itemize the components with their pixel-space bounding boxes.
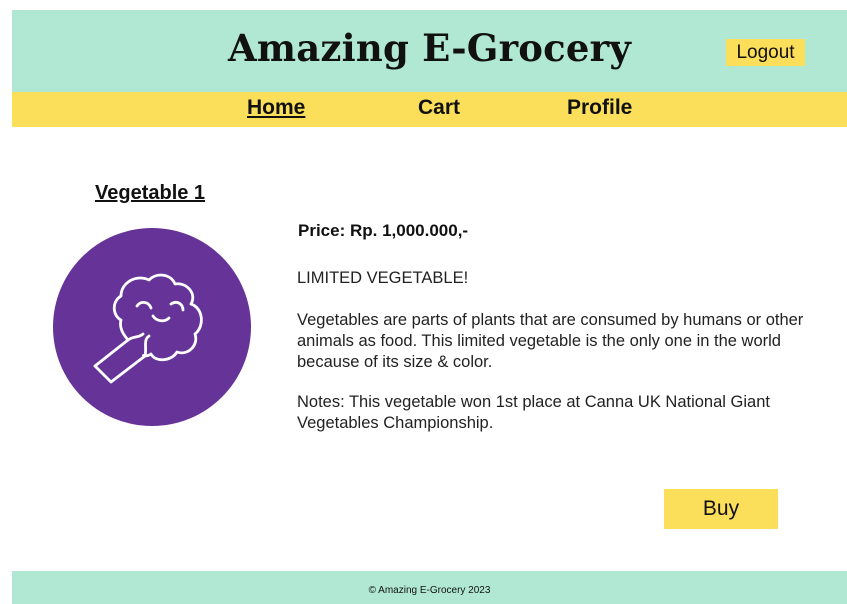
product-tagline: LIMITED VEGETABLE! — [297, 269, 469, 287]
brand-title: Amazing E-Grocery — [227, 26, 632, 70]
nav-bar: Home Cart Profile — [12, 92, 847, 127]
product-notes: Notes: This vegetable won 1st place at C… — [297, 393, 770, 432]
footer-copyright: © Amazing E-Grocery 2023 — [368, 585, 491, 596]
footer: © Amazing E-Grocery 2023 — [12, 571, 847, 604]
nav-profile-link[interactable]: Profile — [567, 96, 632, 120]
product-image — [53, 228, 251, 426]
logout-button[interactable]: Logout — [726, 39, 805, 66]
product-price: Price: Rp. 1,000.000,- — [298, 221, 469, 240]
nav-cart-link[interactable]: Cart — [418, 96, 460, 120]
buy-button[interactable]: Buy — [664, 489, 778, 529]
product-title: Vegetable 1 — [95, 182, 206, 204]
broccoli-icon — [93, 273, 203, 384]
header: Amazing E-Grocery Logout — [12, 10, 847, 92]
product-description: Vegetables are parts of plants that are … — [297, 311, 804, 371]
nav-home-link[interactable]: Home — [247, 96, 305, 120]
